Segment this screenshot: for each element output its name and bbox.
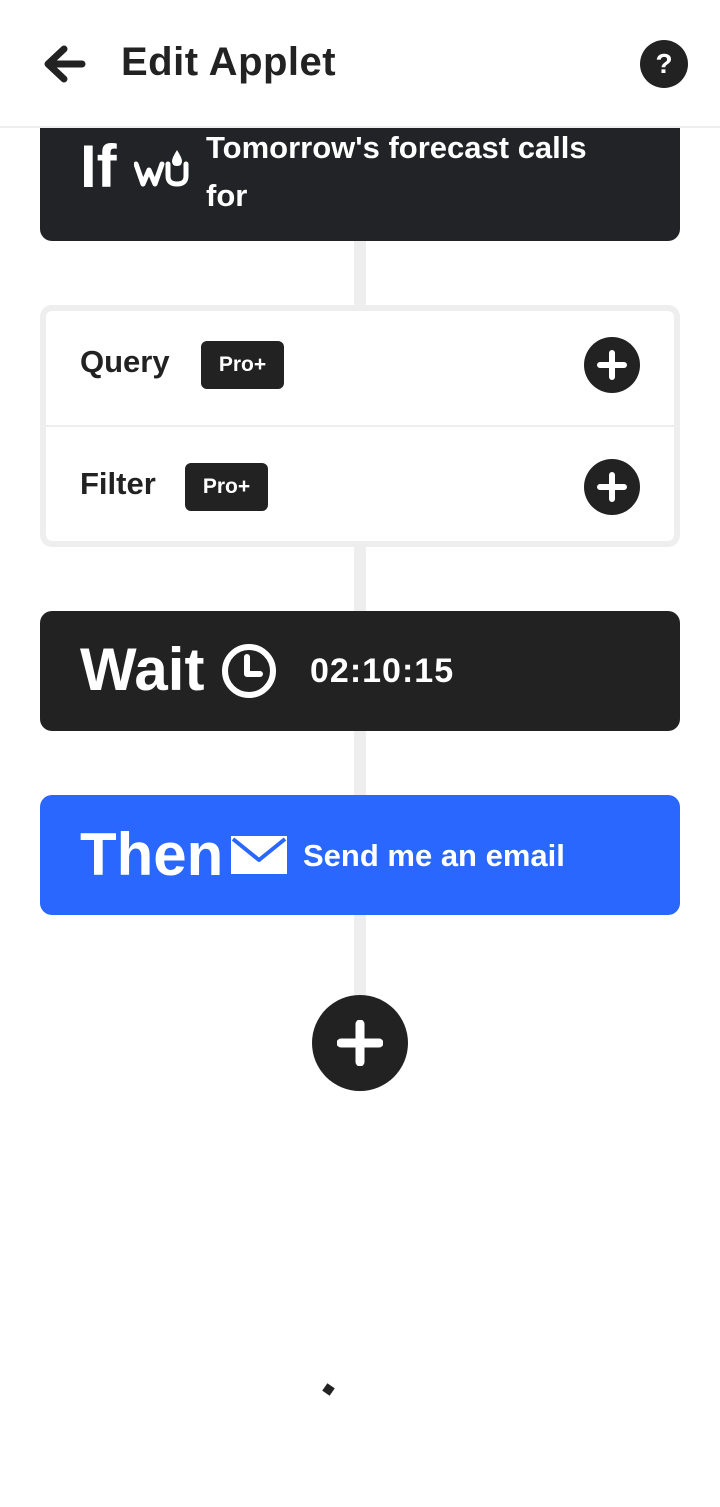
trigger-keyword: If: [80, 133, 117, 200]
edit-applet-screen: If Tomorrow's forecast calls for Edit Ap…: [0, 0, 720, 1507]
page-title: Edit Applet: [121, 40, 337, 84]
divider: [46, 425, 674, 427]
filter-pro-badge: Pro+: [185, 463, 268, 511]
plus-icon: [337, 1020, 383, 1066]
trigger-description: Tomorrow's forecast calls for: [206, 130, 587, 213]
connector-line: [354, 547, 366, 611]
query-label: Query: [80, 344, 170, 379]
help-button[interactable]: ?: [640, 40, 688, 88]
app-header: Edit Applet ?: [0, 0, 720, 128]
arrow-left-icon: [44, 45, 86, 83]
clock-icon: [222, 644, 276, 698]
action-keyword: Then: [80, 821, 224, 888]
add-step-button[interactable]: [312, 995, 408, 1091]
add-filter-button[interactable]: [584, 459, 640, 515]
plus-icon: [597, 472, 627, 502]
weather-underground-icon: [134, 150, 189, 187]
wait-keyword: Wait: [80, 636, 205, 703]
action-description: Send me an email: [303, 838, 565, 873]
query-pro-badge: Pro+: [201, 341, 284, 389]
wait-duration: 02:10:15: [310, 652, 455, 690]
connector-line: [354, 241, 366, 305]
connector-line: [354, 915, 366, 1005]
connector-line: [354, 731, 366, 795]
loading-indicator: [322, 1383, 335, 1396]
add-query-button[interactable]: [584, 337, 640, 393]
back-button[interactable]: [38, 38, 90, 90]
mail-icon: [231, 836, 287, 874]
plus-icon: [597, 350, 627, 380]
filter-label: Filter: [80, 466, 156, 501]
help-icon: ?: [655, 48, 673, 79]
